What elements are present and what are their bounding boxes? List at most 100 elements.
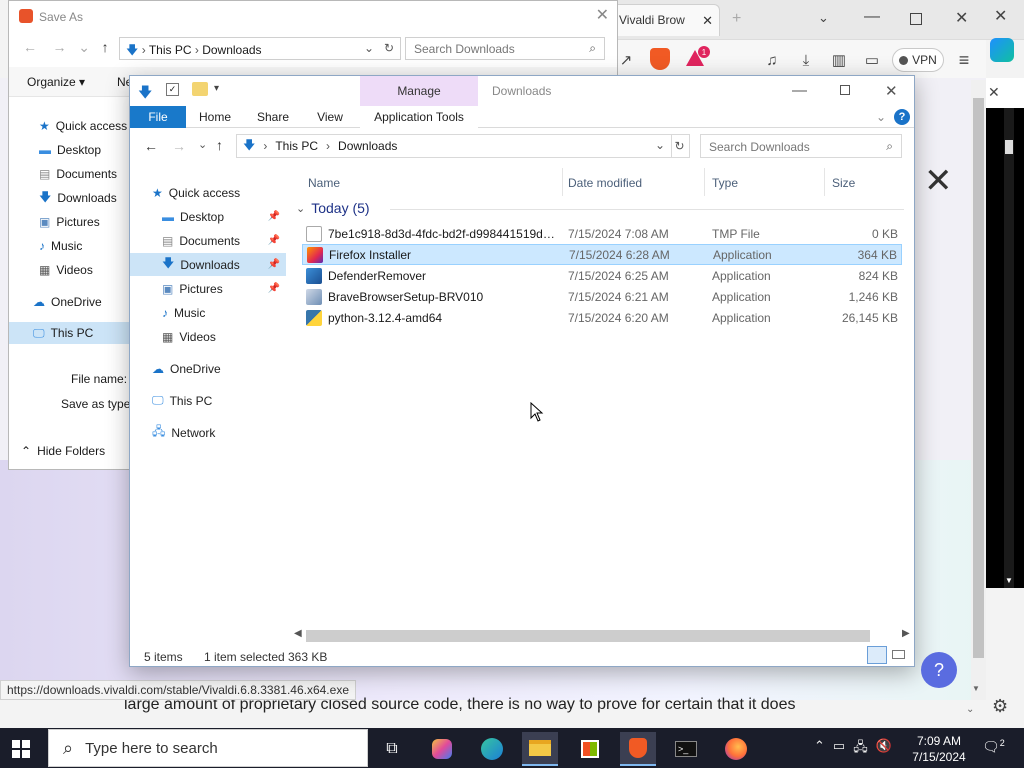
tab-application-tools[interactable]: Application Tools: [360, 106, 478, 128]
expand-chevron-icon[interactable]: ⌄: [966, 704, 974, 715]
sa-nav-music[interactable]: ♪ Music: [9, 235, 131, 257]
nav-videos[interactable]: ▦ Videos: [130, 325, 286, 348]
tab-file[interactable]: File: [130, 106, 186, 128]
brave-shield-icon[interactable]: [650, 48, 670, 70]
browser-tab[interactable]: Vivaldi Brow ✕: [612, 4, 720, 36]
sa-nav-onedrive[interactable]: ☁ OneDrive: [9, 291, 131, 313]
tab-share[interactable]: Share: [246, 106, 300, 128]
wallet-icon[interactable]: ▭: [860, 48, 884, 72]
nav-quick-access[interactable]: ★ Quick access: [130, 181, 286, 204]
taskbar-search-input[interactable]: ⌕ Type here to search: [48, 729, 368, 767]
nav-onedrive[interactable]: ☁ OneDrive: [130, 357, 286, 380]
file-explorer-app-icon[interactable]: [522, 732, 558, 766]
pin-icon[interactable]: 📌: [268, 211, 280, 222]
tab-close-icon[interactable]: ✕: [702, 13, 713, 29]
sa-nav-desktop[interactable]: ▬ Desktop: [9, 139, 131, 161]
sa-nav-videos[interactable]: ▦ Videos: [9, 259, 131, 281]
dialog-search-input[interactable]: Search Downloads ⌕: [405, 37, 605, 60]
scroll-right-icon[interactable]: ▶: [902, 628, 910, 639]
help-fab-button[interactable]: ?: [921, 652, 957, 688]
breadcrumb-this-pc[interactable]: This PC: [275, 139, 318, 153]
pin-icon[interactable]: 📌: [268, 259, 280, 270]
side-panel-scrollbar[interactable]: [1004, 108, 1014, 588]
dialog-close-icon[interactable]: ✕: [596, 5, 609, 25]
store-icon[interactable]: [572, 732, 608, 766]
table-row[interactable]: BraveBrowserSetup-BRV010 7/15/2024 6:21 …: [302, 286, 902, 307]
page-scroll-down-icon[interactable]: ▼: [972, 684, 980, 693]
column-date-modified[interactable]: Date modified: [568, 176, 642, 190]
volume-muted-icon[interactable]: 🔇: [876, 738, 892, 760]
network-tray-icon[interactable]: 🖧: [853, 738, 868, 760]
table-row[interactable]: python-3.12.4-amd64 7/15/2024 6:20 AM Ap…: [302, 307, 902, 328]
minimize-icon[interactable]: —: [864, 8, 880, 26]
refresh-icon[interactable]: ↻: [384, 41, 394, 55]
maximize-icon[interactable]: [840, 85, 850, 95]
nav-network[interactable]: 🖧 Network: [130, 421, 286, 444]
download-icon[interactable]: ⤓: [794, 48, 818, 72]
browser-close-icon[interactable]: ✕: [955, 8, 968, 28]
address-dropdown-icon[interactable]: ⌄: [364, 41, 374, 55]
meet-now-icon[interactable]: ▭: [833, 738, 845, 760]
breadcrumb-this-pc[interactable]: This PC: [149, 43, 192, 57]
show-hidden-icons-icon[interactable]: ⌃: [814, 738, 825, 760]
copilot-app-icon[interactable]: [424, 732, 460, 766]
ribbon-expand-icon[interactable]: ⌄: [876, 110, 886, 124]
help-icon[interactable]: ?: [894, 109, 910, 125]
nav-this-pc[interactable]: 🖵 This PC: [130, 389, 286, 412]
large-icons-view-icon[interactable]: [890, 646, 908, 664]
new-folder-icon[interactable]: [192, 82, 208, 96]
column-divider[interactable]: [824, 168, 825, 196]
vpn-button[interactable]: VPN: [892, 48, 944, 72]
column-type[interactable]: Type: [712, 176, 738, 190]
scroll-down-arrow-icon[interactable]: ▼: [1005, 576, 1013, 585]
properties-check-icon[interactable]: ✓: [166, 83, 179, 96]
qat-dropdown-icon[interactable]: ▾: [214, 83, 219, 94]
sa-nav-pictures[interactable]: ▣ Pictures: [9, 211, 131, 233]
group-header-today[interactable]: ⌄ Today (5): [296, 200, 370, 216]
brave-app-icon[interactable]: [620, 732, 656, 766]
horizontal-scrollbar-thumb[interactable]: [306, 630, 870, 642]
system-clock[interactable]: 7:09 AM 7/15/2024: [908, 733, 970, 765]
column-divider[interactable]: [562, 168, 563, 196]
side-panel-scroll-thumb[interactable]: [1005, 140, 1013, 154]
page-close-icon[interactable]: ✕: [924, 164, 953, 198]
sa-nav-this-pc[interactable]: 🖵 This PC: [9, 322, 131, 344]
pin-icon[interactable]: 📌: [268, 235, 280, 246]
maximize-icon[interactable]: [910, 13, 922, 25]
sa-nav-documents[interactable]: ▤ Documents: [9, 163, 131, 185]
close-icon[interactable]: ✕: [885, 82, 898, 100]
back-arrow-icon[interactable]: ←: [144, 138, 158, 154]
windows-start-icon[interactable]: [12, 740, 30, 758]
pin-icon[interactable]: 📌: [268, 283, 280, 294]
tab-home[interactable]: Home: [190, 106, 240, 128]
firefox-icon[interactable]: [718, 732, 754, 766]
breadcrumb-downloads[interactable]: Downloads: [202, 43, 261, 57]
table-row[interactable]: DefenderRemover 7/15/2024 6:25 AM Applic…: [302, 265, 902, 286]
dialog-address-bar[interactable]: 🡇 › This PC › Downloads ⌄ ↻: [119, 37, 401, 60]
nav-downloads[interactable]: 🡇 Downloads 📌: [130, 253, 286, 276]
forward-arrow-icon[interactable]: →: [172, 138, 186, 154]
hide-folders-button[interactable]: ⌃ Hide Folders: [21, 444, 105, 458]
nav-documents[interactable]: ▤ Documents 📌: [130, 229, 286, 252]
breadcrumb-downloads[interactable]: Downloads: [338, 139, 397, 153]
menu-icon[interactable]: ≡: [952, 48, 976, 72]
music-icon[interactable]: ♫: [760, 48, 784, 72]
table-row[interactable]: 7be1c918-8d3d-4fdc-bd2f-d998441519dd... …: [302, 223, 902, 244]
gear-icon[interactable]: ⚙: [992, 696, 1008, 717]
sa-nav-downloads[interactable]: 🡇 Downloads: [9, 187, 131, 209]
minimize-icon[interactable]: —: [792, 82, 807, 99]
tab-view[interactable]: View: [306, 106, 354, 128]
scroll-left-icon[interactable]: ◀: [294, 628, 302, 639]
outer-close-icon[interactable]: ✕: [994, 6, 1007, 26]
column-name[interactable]: Name: [308, 176, 340, 190]
recent-locations-icon[interactable]: ⌄: [198, 138, 207, 151]
nav-pictures[interactable]: ▣ Pictures 📌: [130, 277, 286, 300]
sa-nav-quick-access[interactable]: ★ Quick access: [9, 115, 131, 137]
side-panel-close-icon[interactable]: ✕: [988, 84, 1000, 101]
edge-icon[interactable]: [474, 732, 510, 766]
table-row[interactable]: Firefox Installer 7/15/2024 6:28 AM Appl…: [302, 244, 902, 265]
explorer-search-input[interactable]: Search Downloads ⌕: [700, 134, 902, 158]
task-view-icon[interactable]: ⧉: [374, 732, 410, 766]
sidebar-icon[interactable]: ▥: [827, 48, 851, 72]
terminal-icon[interactable]: >_: [668, 732, 704, 766]
